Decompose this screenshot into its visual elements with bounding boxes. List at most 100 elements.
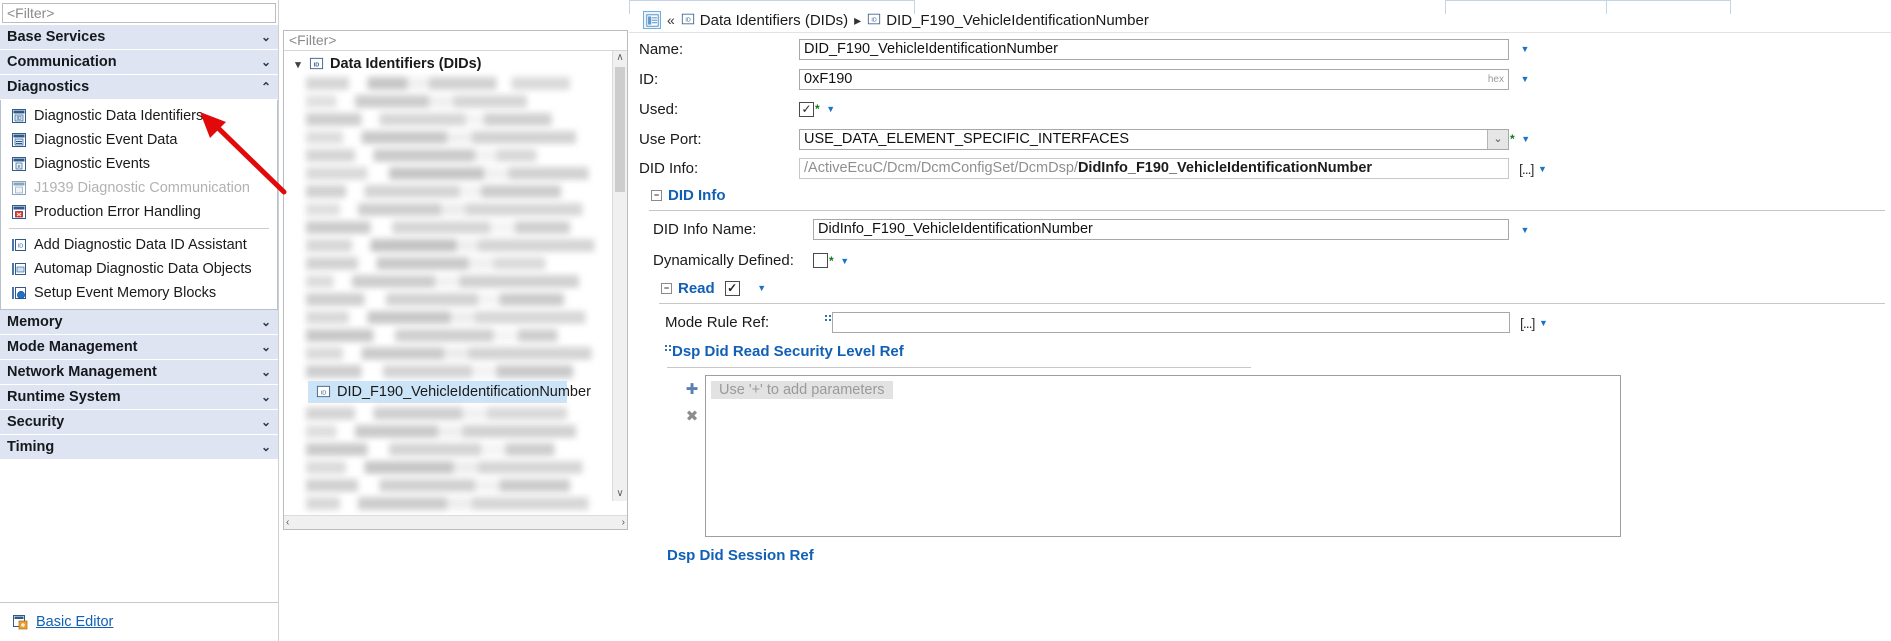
redacted-tree-row	[306, 77, 613, 90]
scroll-thumb[interactable]	[615, 67, 625, 192]
dsp-did-session-ref-link[interactable]: Dsp Did Session Ref	[667, 547, 814, 564]
mode-rule-ref-browse-button[interactable]: [...]	[1520, 315, 1535, 331]
form-row-dynamically-defined: Dynamically Defined: * ▼	[629, 245, 1891, 276]
svg-text:ID: ID	[872, 18, 877, 24]
used-checkbox[interactable]: ✓	[799, 101, 814, 117]
nav-group-runtime-system[interactable]: Runtime System ⌄	[0, 385, 278, 410]
form-row-use-port: Use Port: USE_DATA_ELEMENT_SPECIFIC_INTE…	[629, 124, 1891, 154]
application-window: <Filter> Base Services ⌄ Communication ⌄…	[0, 0, 1891, 641]
nav-group-security[interactable]: Security ⌄	[0, 410, 278, 435]
parameters-placeholder: Use '+' to add parameters	[711, 381, 893, 399]
mode-rule-ref-menu-icon[interactable]: ▼	[1536, 318, 1550, 328]
nav-group-timing[interactable]: Timing ⌄	[0, 435, 278, 460]
parameters-list[interactable]: Use '+' to add parameters	[705, 375, 1621, 537]
editor-home-icon[interactable]	[643, 11, 661, 29]
scroll-down-icon[interactable]: ∨	[613, 487, 627, 501]
left-nav-filter-input[interactable]: <Filter>	[2, 3, 276, 23]
anchor-handle-icon	[665, 344, 671, 351]
dynamically-defined-label: Dynamically Defined:	[653, 252, 794, 269]
security-level-ref-row: Dsp Did Read Security Level Ref	[629, 338, 1891, 364]
did-icon: ID	[681, 12, 695, 28]
basic-editor-link[interactable]: Basic Editor	[36, 614, 113, 630]
add-parameter-button[interactable]: ✚	[686, 380, 699, 398]
tree-vertical-scrollbar[interactable]: ∧ ∨	[612, 51, 627, 501]
tree-horizontal-scrollbar[interactable]: ‹ ›	[284, 515, 627, 529]
dsp-did-read-security-level-ref-link[interactable]: Dsp Did Read Security Level Ref	[672, 343, 904, 360]
automap-icon	[11, 261, 27, 277]
collapse-icon[interactable]: −	[661, 282, 672, 294]
sidebar-item-j1939-diagnostic-communication: J1939 Diagnostic Communication	[1, 176, 277, 200]
name-input[interactable]: DID_F190_VehicleIdentificationNumber	[799, 38, 1509, 60]
sidebar-action-add-diagnostic-data-id-assistant[interactable]: ID Add Diagnostic Data ID Assistant	[1, 233, 277, 257]
breadcrumb-item-dids[interactable]: ID Data Identifiers (DIDs)	[681, 12, 848, 29]
redacted-tree-row	[306, 149, 613, 162]
section-did-info[interactable]: − DID Info	[629, 183, 1891, 207]
redacted-tree-row	[306, 203, 613, 216]
tree-row-root[interactable]: ▾ ID Data Identifiers (DIDs)	[284, 53, 611, 75]
sidebar-item-diagnostic-data-identifiers[interactable]: ID Diagnostic Data Identifiers	[1, 104, 277, 128]
name-value: DID_F190_VehicleIdentificationNumber	[804, 40, 1058, 57]
sidebar-item-label: Production Error Handling	[34, 204, 201, 220]
nav-group-label: Memory	[7, 314, 63, 330]
use-port-label: Use Port:	[639, 130, 702, 148]
section-read[interactable]: − Read ✓ ▼	[629, 276, 1891, 300]
tree-filter-input[interactable]: <Filter>	[284, 31, 627, 51]
collapse-icon[interactable]: −	[651, 189, 662, 201]
used-label: Used:	[639, 100, 679, 118]
did-info-browse-button[interactable]: [...]	[1519, 161, 1534, 177]
anchor-handle-icon	[825, 314, 831, 321]
sidebar-item-label: Diagnostic Events	[34, 156, 151, 172]
section-divider	[659, 303, 1885, 304]
sidebar-action-automap-diagnostic-data-objects[interactable]: Automap Diagnostic Data Objects	[1, 257, 277, 281]
svg-text:ID: ID	[17, 116, 22, 122]
scroll-up-icon[interactable]: ∧	[613, 51, 627, 65]
nav-group-mode-management[interactable]: Mode Management ⌄	[0, 335, 278, 360]
chevron-down-icon[interactable]: ▾	[292, 58, 304, 71]
nav-group-base-services[interactable]: Base Services ⌄	[0, 25, 278, 50]
id-input[interactable]: 0xF190 hex	[799, 68, 1509, 90]
sidebar-item-diagnostic-events[interactable]: e Diagnostic Events	[1, 152, 277, 176]
scroll-left-icon[interactable]: ‹	[286, 517, 289, 528]
did-info-name-label: DID Info Name:	[653, 221, 757, 238]
use-port-menu-icon[interactable]: ▼	[1519, 134, 1533, 144]
name-menu-icon[interactable]: ▼	[1518, 44, 1532, 54]
form-row-id: ID: 0xF190 hex ▼	[629, 64, 1891, 94]
sidebar-action-label: Setup Event Memory Blocks	[34, 285, 217, 301]
dynamically-defined-checkbox[interactable]	[813, 253, 828, 268]
did-info-name-menu-icon[interactable]: ▼	[1518, 225, 1532, 235]
nav-group-label: Runtime System	[7, 389, 121, 405]
did-info-ref-input[interactable]: /ActiveEcuC/Dcm/DcmConfigSet/DcmDsp/DidI…	[799, 158, 1509, 179]
read-menu-icon[interactable]: ▼	[755, 283, 769, 293]
remove-parameter-button[interactable]: ✖	[686, 407, 699, 425]
chevron-double-down-icon: ⌄	[260, 440, 271, 454]
scroll-right-icon[interactable]: ›	[622, 517, 625, 528]
redacted-tree-row	[306, 425, 613, 438]
nav-group-label: Security	[7, 414, 65, 430]
sidebar-item-production-error-handling[interactable]: Production Error Handling	[1, 200, 277, 224]
nav-group-memory[interactable]: Memory ⌄	[0, 310, 278, 335]
read-checkbox[interactable]: ✓	[724, 280, 740, 296]
dynamically-defined-menu-icon[interactable]: ▼	[838, 256, 852, 266]
id-menu-icon[interactable]: ▼	[1518, 74, 1532, 84]
nav-group-diagnostics[interactable]: Diagnostics ⌃	[0, 75, 278, 100]
mode-rule-ref-input[interactable]	[832, 312, 1510, 333]
nav-group-network-management[interactable]: Network Management ⌄	[0, 360, 278, 385]
redacted-tree-row	[306, 185, 613, 198]
sidebar-action-setup-event-memory-blocks[interactable]: Setup Event Memory Blocks	[1, 281, 277, 305]
form-row-did-info-ref: DID Info: /ActiveEcuC/Dcm/DcmConfigSet/D…	[629, 154, 1891, 183]
chevron-down-icon[interactable]: ⌄	[1487, 129, 1508, 149]
did-info-name-input[interactable]: DidInfo_F190_VehicleIdentificationNumber	[813, 219, 1509, 240]
use-port-select[interactable]: USE_DATA_ELEMENT_SPECIFIC_INTERFACES ⌄	[799, 128, 1509, 150]
used-menu-icon[interactable]: ▼	[824, 104, 838, 114]
redacted-tree-row	[306, 497, 613, 510]
breadcrumb-back-icon[interactable]: «	[667, 12, 675, 28]
sidebar-item-diagnostic-event-data[interactable]: Diagnostic Event Data	[1, 128, 277, 152]
breadcrumb-item-current-did[interactable]: ID DID_F190_VehicleIdentificationNumber	[867, 12, 1149, 29]
tree-row-label: Data Identifiers (DIDs)	[330, 56, 482, 72]
form-row-used: Used: ✓ * ▼	[629, 94, 1891, 124]
did-info-menu-icon[interactable]: ▼	[1535, 164, 1549, 174]
tree-row-selected-did[interactable]: ID DID_F190_VehicleIdentificationNumber	[308, 381, 591, 403]
did-list-icon: ID	[11, 108, 27, 124]
nav-group-communication[interactable]: Communication ⌄	[0, 50, 278, 75]
